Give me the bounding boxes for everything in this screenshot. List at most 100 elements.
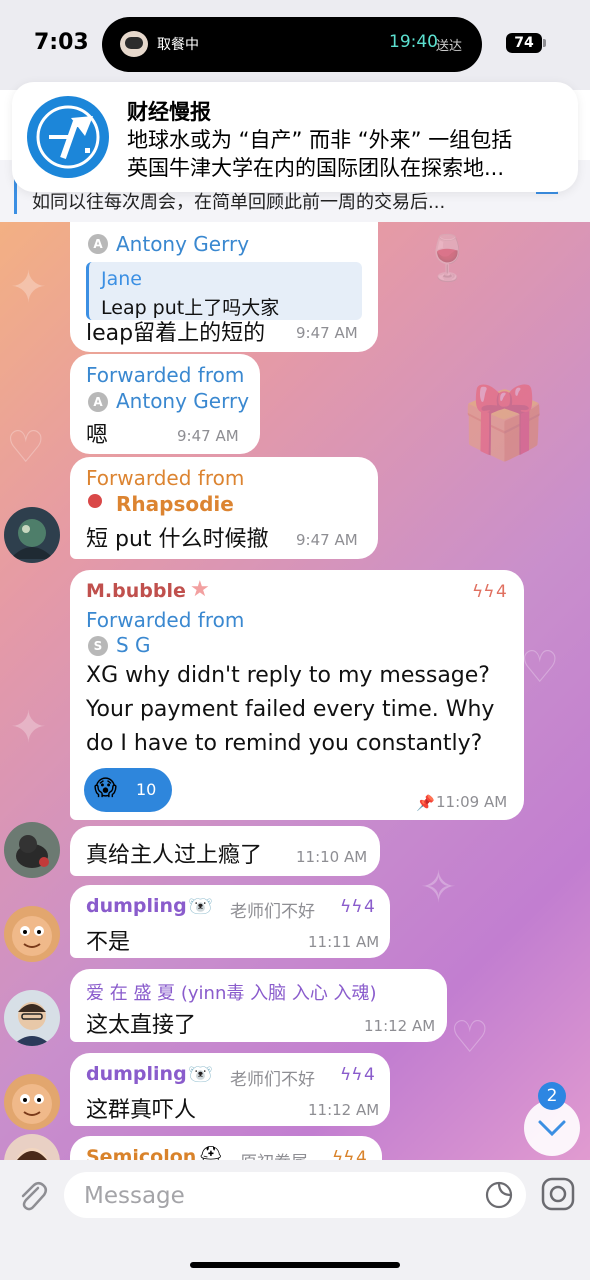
forward-source[interactable]: Rhapsodie (116, 492, 234, 516)
battery-indicator: 74 (506, 33, 546, 53)
star-badge-icon: ★ (190, 577, 210, 602)
notification-line-2: 英国牛津大学在内的国际团队在探索地... (127, 156, 505, 180)
boost-count: 4 (496, 582, 507, 602)
notification-body: 地球水或为 “自产” 而非 “外来” 一组包括 英国牛津大学在内的国际团队在探索… (127, 126, 567, 182)
attach-icon[interactable] (14, 1178, 50, 1218)
user-avatar[interactable] (4, 822, 60, 878)
message-bubble[interactable]: Forwarded from Rhapsodie 短 put 什么时候撤 9:4… (70, 457, 378, 559)
scream-emoji-icon: 😱 (94, 776, 117, 801)
message-time: 11:12 AM (308, 1101, 380, 1119)
sender-name[interactable]: dumpling (86, 1063, 187, 1085)
message-bubble[interactable]: Forwarded from A Antony Gerry 嗯 9:47 AM (70, 354, 260, 454)
dynamic-island[interactable]: 取餐中 19:40 送达 (102, 17, 482, 72)
notification-line-1: 地球水或为 “自产” 而非 “外来” 一组包括 (127, 128, 513, 152)
reply-quote[interactable]: Jane Leap put上了吗大家 (86, 262, 362, 320)
island-note: 送达 (436, 39, 463, 54)
pin-icon: 📌 (416, 794, 435, 812)
sticker-icon[interactable] (484, 1180, 514, 1214)
sender-name[interactable]: Semicolon (86, 1146, 196, 1160)
candy-doodle-icon: ✦ (10, 262, 47, 313)
forward-label: Forwarded from (86, 608, 245, 632)
forward-label: Forwarded from (86, 363, 245, 387)
message-text: leap留着上的短的 (86, 321, 266, 346)
island-eta: 19:40 (389, 32, 438, 52)
message-text-line-2: Your payment failed every time. Why (86, 697, 495, 722)
cake-doodle-icon: ✧ (420, 862, 457, 913)
message-text: 不是 (86, 930, 131, 955)
member-tag: 原初眷属 (240, 1148, 308, 1160)
forward-label: Forwarded from (86, 466, 245, 490)
reaction-chip[interactable]: 😱 10 (84, 768, 172, 812)
forward-source[interactable]: S G (116, 633, 151, 657)
message-placeholder: Message (84, 1183, 185, 1209)
user-avatar[interactable] (4, 1074, 60, 1130)
message-text: 真给主人过上瘾了 (86, 843, 263, 868)
message-bubble[interactable]: dumpling 🐻‍❄️ 老师们不好 ϟϟ 4 这群真吓人 11:12 AM (70, 1053, 390, 1126)
cat-doodle-icon: ♡ (450, 1012, 490, 1063)
message-input-bar: Message (0, 1160, 590, 1280)
wine-glass-doodle-icon: 🍷 (420, 233, 475, 284)
sender-name[interactable]: M.bubble (86, 580, 186, 602)
user-avatar[interactable] (4, 906, 60, 962)
message-time: 11:10 AM (296, 848, 368, 866)
polar-bear-emoji-icon: 🐻‍❄️ (188, 1062, 213, 1086)
message-bubble[interactable]: dumpling 🐻‍❄️ 老师们不好 ϟϟ 4 不是 11:11 AM (70, 885, 390, 958)
message-text: 这群真吓人 (86, 1098, 197, 1123)
boost-count: 4 (364, 1065, 375, 1085)
message-text-line-3: do I have to remind you constantly? (86, 731, 483, 756)
location-pin-icon (88, 494, 102, 508)
message-bubble[interactable]: Semicolon ⛑ 原初眷属 ϟϟ 4 (70, 1136, 382, 1160)
boost-icon: ϟϟ (472, 582, 495, 602)
message-time: 9:47 AM (296, 324, 358, 342)
message-time: 11:09 AM (436, 793, 508, 811)
reply-sender: Jane (101, 268, 142, 290)
reaction-count: 10 (136, 780, 157, 799)
unread-count-badge: 2 (538, 1082, 566, 1110)
sender-name[interactable]: dumpling (86, 895, 187, 917)
message-time: 9:47 AM (296, 531, 358, 549)
notification-title: 财经慢报 (127, 100, 211, 124)
forward-avatar-icon: S (88, 636, 108, 656)
camera-icon[interactable] (540, 1176, 576, 1216)
message-text: 嗯 (86, 423, 109, 448)
boost-icon: ϟϟ (340, 897, 363, 917)
user-avatar[interactable] (4, 990, 60, 1046)
delivery-avatar-icon (120, 31, 148, 57)
message-text: 短 put 什么时候撤 (86, 527, 269, 552)
cherry-doodle-icon: ♡ (6, 422, 46, 473)
forward-avatar-icon: A (88, 234, 108, 254)
message-time: 11:12 AM (364, 1017, 436, 1035)
gift-doodle-icon: 🎁 (460, 382, 548, 464)
island-status: 取餐中 (157, 37, 199, 53)
message-bubble[interactable]: 爱 在 盛 夏 (yinn毒 入脑 入心 入魂) 这太直接了 11:12 AM (70, 969, 447, 1042)
message-bubble[interactable]: M.bubble ★ ϟϟ 4 Forwarded from S S G XG … (70, 570, 524, 820)
star-doodle-icon: ✦ (10, 702, 47, 753)
chat-area[interactable]: 🍷 🎁 ✦ ♡ ♡ ✧ ♡ ✦ A Antony Gerry Jane Leap… (0, 222, 590, 1160)
app-logo-icon (27, 96, 109, 178)
helmet-emoji-icon: ⛑ (198, 1144, 224, 1160)
notification-banner[interactable]: 财经慢报 地球水或为 “自产” 而非 “外来” 一组包括 英国牛津大学在内的国际… (12, 82, 578, 192)
forward-avatar-icon: A (88, 392, 108, 412)
clock: 7:03 (34, 30, 89, 55)
message-input[interactable]: Message (64, 1172, 526, 1218)
user-avatar[interactable] (4, 1134, 60, 1160)
home-indicator (190, 1262, 400, 1268)
member-tag: 老师们不好 (230, 902, 315, 922)
sender-name[interactable]: 爱 在 盛 夏 (yinn毒 入脑 入心 入魂) (86, 979, 377, 1005)
message-bubble[interactable]: A Antony Gerry Jane Leap put上了吗大家 leap留着… (70, 222, 378, 352)
message-bubble[interactable]: 真给主人过上瘾了 11:10 AM (70, 826, 380, 876)
message-text-line-1: XG why didn't reply to my message? (86, 663, 490, 688)
user-avatar[interactable] (4, 507, 60, 563)
boost-icon: ϟϟ (332, 1148, 355, 1160)
boost-count: 4 (364, 897, 375, 917)
boost-icon: ϟϟ (340, 1065, 363, 1085)
message-text: 这太直接了 (86, 1013, 197, 1038)
message-time: 9:47 AM (177, 427, 239, 445)
polar-bear-emoji-icon: 🐻‍❄️ (188, 894, 213, 918)
heart-doodle-icon: ♡ (520, 642, 560, 693)
forward-source[interactable]: Antony Gerry (116, 389, 249, 413)
member-tag: 老师们不好 (230, 1070, 315, 1090)
boost-count: 4 (356, 1148, 367, 1160)
status-bar: 7:03 取餐中 19:40 送达 74 (0, 0, 590, 90)
forward-source[interactable]: Antony Gerry (116, 232, 249, 256)
